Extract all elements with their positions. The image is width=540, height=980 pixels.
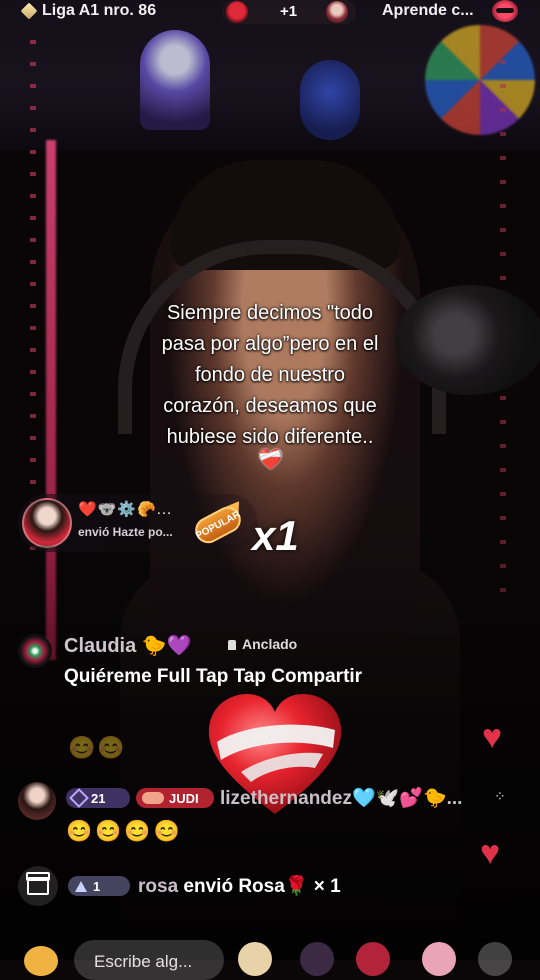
gift-description: envió Hazte po... bbox=[78, 525, 173, 539]
level-icon bbox=[75, 880, 87, 892]
team-badge-label: JUDI bbox=[169, 790, 199, 806]
level-badge: 1 bbox=[68, 876, 130, 896]
popular-gift-icon: POPULAR bbox=[190, 496, 248, 548]
league-button[interactable]: Liga A1 nro. 86 bbox=[20, 2, 157, 20]
caption-line: fondo de nuestro bbox=[194, 364, 346, 386]
share-icon[interactable] bbox=[24, 946, 58, 976]
league-label: Liga A1 nro. 86 bbox=[42, 2, 157, 19]
gift-count: × 1 bbox=[313, 876, 341, 897]
rose-icon: 🌹 bbox=[284, 876, 309, 897]
more-options-icon[interactable] bbox=[300, 942, 334, 976]
gift-notification-text: rosa envió Rosa🌹 × 1 bbox=[138, 874, 341, 898]
pin-icon bbox=[228, 640, 236, 650]
gift-action: envió Rosa bbox=[183, 876, 285, 897]
team-badge-icon bbox=[142, 792, 164, 804]
share-arrow-icon[interactable] bbox=[478, 942, 512, 976]
floating-heart-icon: ♥ bbox=[482, 718, 503, 756]
gift-user[interactable]: rosa bbox=[138, 876, 178, 897]
caption-line: corazón, deseamos que bbox=[163, 395, 377, 417]
team-badge: JUDI bbox=[136, 788, 214, 808]
emoji-icon[interactable] bbox=[238, 942, 272, 976]
gem-icon bbox=[69, 788, 89, 808]
commenter-avatar[interactable] bbox=[18, 634, 52, 668]
comment-text: 😊😊😊😊 bbox=[66, 820, 183, 843]
commenter-name[interactable]: lizethernandez🩵🕊️💕🐤... bbox=[220, 786, 462, 810]
gift-sender-name: ❤️🐨⚙️🥐... bbox=[78, 501, 173, 518]
pinned-label: Anclado bbox=[242, 636, 298, 652]
top-bar: Liga A1 nro. 86 +1 Aprende c... bbox=[0, 0, 540, 26]
gift-combo-count: x1 bbox=[252, 512, 299, 559]
gift-sender-avatar[interactable] bbox=[22, 498, 72, 548]
more-icon[interactable]: ⁘ bbox=[494, 788, 506, 805]
viewer-avatar[interactable] bbox=[326, 1, 348, 23]
learn-link[interactable]: Aprende c... bbox=[382, 2, 474, 20]
faded-emoji-comment: 😊😊 bbox=[68, 735, 127, 760]
viewer-avatar[interactable] bbox=[226, 1, 248, 23]
top-viewers-pill[interactable]: +1 bbox=[222, 0, 356, 24]
pinned-tag: Anclado bbox=[228, 636, 297, 652]
sunglasses-icon[interactable] bbox=[492, 0, 518, 22]
comment-text: Quiéreme Full Tap Tap Compartir bbox=[64, 666, 363, 687]
popular-badge: POPULAR bbox=[190, 502, 246, 548]
level-number: 1 bbox=[93, 878, 101, 894]
gift-icon[interactable] bbox=[422, 942, 456, 976]
rose-gift-icon[interactable] bbox=[356, 942, 390, 976]
viewers-extra-count: +1 bbox=[280, 3, 298, 20]
mending-heart-icon: ❤️‍🩹 bbox=[258, 449, 283, 471]
commenter-name[interactable]: Claudia 🐤💜 bbox=[64, 633, 192, 658]
caption-text: Siempre decimos "todo pasa por algo”pero… bbox=[120, 298, 420, 453]
level-badge: 21 bbox=[66, 788, 130, 808]
gift-icon bbox=[26, 872, 50, 895]
bottom-bar: Escribe alg... bbox=[0, 934, 540, 980]
diamond-icon bbox=[20, 2, 38, 20]
comment-input[interactable]: Escribe alg... bbox=[74, 940, 224, 980]
caption-line: Siempre decimos "todo bbox=[166, 302, 374, 324]
level-number: 21 bbox=[91, 790, 106, 806]
comment-input-placeholder: Escribe alg... bbox=[94, 952, 193, 971]
caption-line: pasa por algo”pero en el bbox=[161, 333, 379, 355]
commenter-avatar[interactable] bbox=[18, 782, 56, 820]
gift-button[interactable] bbox=[18, 866, 58, 906]
gift-notification: 1 rosa envió Rosa🌹 × 1 bbox=[18, 866, 498, 906]
